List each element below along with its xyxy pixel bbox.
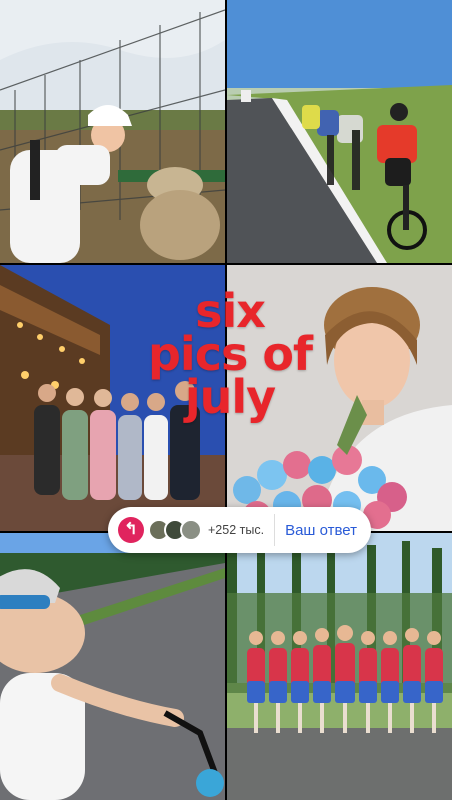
viewer-avatars[interactable]: [148, 519, 202, 541]
viewers-count: +252 тыс.: [208, 523, 265, 537]
photo-team-group: [227, 533, 452, 800]
photo-group-evening: [0, 265, 225, 531]
photo-cyclists-road: [227, 0, 452, 263]
avatar: [180, 519, 202, 541]
reply-bar: ↰ +252 тыс. Ваш ответ: [108, 507, 371, 553]
reply-arrow-icon[interactable]: ↰: [118, 517, 144, 543]
reply-button[interactable]: Ваш ответ: [285, 522, 357, 539]
photo-woman-flowers: [227, 265, 452, 531]
photo-cyclist-selfie: [0, 533, 225, 800]
story-viewer[interactable]: six pics of july ↰ +252 тыс. Ваш ответ: [0, 0, 452, 800]
divider: [274, 514, 276, 546]
photo-fence-feeding: [0, 0, 225, 263]
